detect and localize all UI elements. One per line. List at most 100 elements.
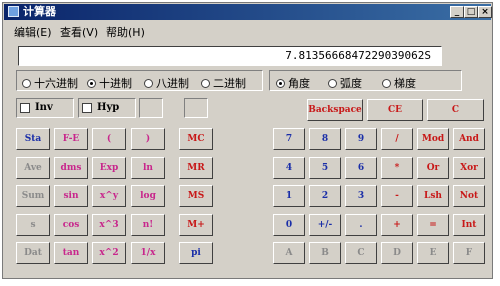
sci-button-dat[interactable]: Dat bbox=[16, 242, 50, 264]
hyp-checkbox-box bbox=[82, 103, 92, 113]
key-button-0[interactable]: 0 bbox=[273, 214, 305, 236]
radio-hex[interactable]: 十六进制 bbox=[22, 75, 78, 91]
sci-button-ln[interactable]: ln bbox=[131, 157, 165, 179]
close-button[interactable]: × bbox=[478, 6, 492, 18]
radio-degrees[interactable]: 角度 bbox=[276, 75, 310, 91]
sci-button-x-pow-y[interactable]: x^y bbox=[92, 185, 126, 207]
radio-decimal-label: 十进制 bbox=[99, 77, 132, 90]
key-button-plus[interactable]: + bbox=[381, 214, 413, 236]
sci-button-x-squared[interactable]: x^2 bbox=[92, 242, 126, 264]
sci-button-sin[interactable]: sin bbox=[54, 185, 88, 207]
key-button-decimal[interactable]: . bbox=[345, 214, 377, 236]
radio-gradians-label: 梯度 bbox=[394, 77, 416, 90]
key-button-or[interactable]: Or bbox=[417, 157, 449, 179]
radio-radians-dot bbox=[328, 79, 337, 88]
key-button-7[interactable]: 7 bbox=[273, 128, 305, 150]
key-button-divide[interactable]: / bbox=[381, 128, 413, 150]
hex-digit-button-b[interactable]: B bbox=[309, 242, 341, 264]
radio-degrees-dot bbox=[276, 79, 285, 88]
radio-octal[interactable]: 八进制 bbox=[144, 75, 189, 91]
menu-help[interactable]: 帮助(H) bbox=[106, 24, 145, 40]
minimize-button[interactable]: _ bbox=[450, 6, 464, 18]
hyp-label: Hyp bbox=[97, 102, 120, 113]
sci-button-close-paren[interactable]: ) bbox=[131, 128, 165, 150]
menu-view[interactable]: 查看(V) bbox=[60, 24, 98, 40]
key-button-equals[interactable]: = bbox=[417, 214, 449, 236]
calculator-window: 计算器 _ □ × 编辑(E) 查看(V) 帮助(H) 7.8135666847… bbox=[2, 2, 493, 279]
radio-gradians[interactable]: 梯度 bbox=[382, 75, 416, 91]
hex-digit-button-d[interactable]: D bbox=[381, 242, 413, 264]
radio-binary-label: 二进制 bbox=[213, 77, 246, 90]
memory-button-pi[interactable]: pi bbox=[179, 242, 213, 264]
hex-digit-button-f[interactable]: F bbox=[453, 242, 485, 264]
inv-checkbox-box bbox=[20, 103, 30, 113]
key-button-6[interactable]: 6 bbox=[345, 157, 377, 179]
key-button-multiply[interactable]: * bbox=[381, 157, 413, 179]
radio-hex-label: 十六进制 bbox=[34, 77, 78, 90]
memory-indicator bbox=[184, 98, 208, 118]
radio-radians[interactable]: 弧度 bbox=[328, 75, 362, 91]
inv-checkbox[interactable]: Inv bbox=[16, 98, 74, 118]
key-button-1[interactable]: 1 bbox=[273, 185, 305, 207]
key-button-int[interactable]: Int bbox=[453, 214, 485, 236]
title-bar[interactable]: 计算器 _ □ × bbox=[4, 4, 492, 20]
memory-button-mr[interactable]: MR bbox=[179, 157, 213, 179]
radio-octal-dot bbox=[144, 79, 153, 88]
radio-octal-label: 八进制 bbox=[156, 77, 189, 90]
key-button-5[interactable]: 5 bbox=[309, 157, 341, 179]
sci-button-x-cubed[interactable]: x^3 bbox=[92, 214, 126, 236]
key-button-3[interactable]: 3 bbox=[345, 185, 377, 207]
sci-button-open-paren[interactable]: ( bbox=[92, 128, 126, 150]
key-button-minus[interactable]: - bbox=[381, 185, 413, 207]
sci-button-ave[interactable]: Ave bbox=[16, 157, 50, 179]
hex-digit-button-e[interactable]: E bbox=[417, 242, 449, 264]
radio-gradians-dot bbox=[382, 79, 391, 88]
calculator-app-icon bbox=[8, 6, 19, 17]
key-button-and[interactable]: And bbox=[453, 128, 485, 150]
memory-button-ms[interactable]: MS bbox=[179, 185, 213, 207]
radio-degrees-label: 角度 bbox=[288, 77, 310, 90]
number-base-group: 十六进制 十进制 八进制 二进制 bbox=[16, 70, 263, 91]
radio-decimal-dot bbox=[87, 79, 96, 88]
radio-decimal[interactable]: 十进制 bbox=[87, 75, 132, 91]
key-button-negate[interactable]: +/- bbox=[309, 214, 341, 236]
sci-button-f-e[interactable]: F-E bbox=[54, 128, 88, 150]
clear-button[interactable]: C bbox=[427, 99, 484, 121]
key-button-lsh[interactable]: Lsh bbox=[417, 185, 449, 207]
memory-button-m-[interactable]: M+ bbox=[179, 214, 213, 236]
sci-button-dms[interactable]: dms bbox=[54, 157, 88, 179]
key-button-not[interactable]: Not bbox=[453, 185, 485, 207]
sci-button-log[interactable]: log bbox=[131, 185, 165, 207]
sci-button-exp[interactable]: Exp bbox=[92, 157, 126, 179]
key-button-8[interactable]: 8 bbox=[309, 128, 341, 150]
memory-button-mc[interactable]: MC bbox=[179, 128, 213, 150]
key-button-xor[interactable]: Xor bbox=[453, 157, 485, 179]
maximize-button[interactable]: □ bbox=[464, 6, 478, 18]
key-button-4[interactable]: 4 bbox=[273, 157, 305, 179]
radio-hex-dot bbox=[22, 79, 31, 88]
key-button-9[interactable]: 9 bbox=[345, 128, 377, 150]
sci-button-s[interactable]: s bbox=[16, 214, 50, 236]
angle-unit-group: 角度 弧度 梯度 bbox=[269, 70, 462, 91]
hyp-checkbox[interactable]: Hyp bbox=[78, 98, 136, 118]
sci-button-factorial[interactable]: n! bbox=[131, 214, 165, 236]
key-button-2[interactable]: 2 bbox=[309, 185, 341, 207]
radio-radians-label: 弧度 bbox=[340, 77, 362, 90]
sci-button-reciprocal[interactable]: 1/x bbox=[131, 242, 165, 264]
ce-button[interactable]: CE bbox=[367, 99, 423, 121]
sci-button-sum[interactable]: Sum bbox=[16, 185, 50, 207]
sci-button-cos[interactable]: cos bbox=[54, 214, 88, 236]
sci-button-sta[interactable]: Sta bbox=[16, 128, 50, 150]
hex-digit-button-c[interactable]: C bbox=[345, 242, 377, 264]
inv-label: Inv bbox=[35, 102, 53, 113]
hex-digit-button-a[interactable]: A bbox=[273, 242, 305, 264]
result-display: 7.8135666847229039062S bbox=[18, 46, 442, 66]
menu-edit[interactable]: 编辑(E) bbox=[14, 24, 52, 40]
sci-button-tan[interactable]: tan bbox=[54, 242, 88, 264]
window-title: 计算器 bbox=[23, 5, 56, 18]
key-button-mod[interactable]: Mod bbox=[417, 128, 449, 150]
radio-binary[interactable]: 二进制 bbox=[201, 75, 246, 91]
radio-binary-dot bbox=[201, 79, 210, 88]
parenthesis-indicator bbox=[139, 98, 163, 118]
backspace-button[interactable]: Backspace bbox=[307, 99, 363, 121]
